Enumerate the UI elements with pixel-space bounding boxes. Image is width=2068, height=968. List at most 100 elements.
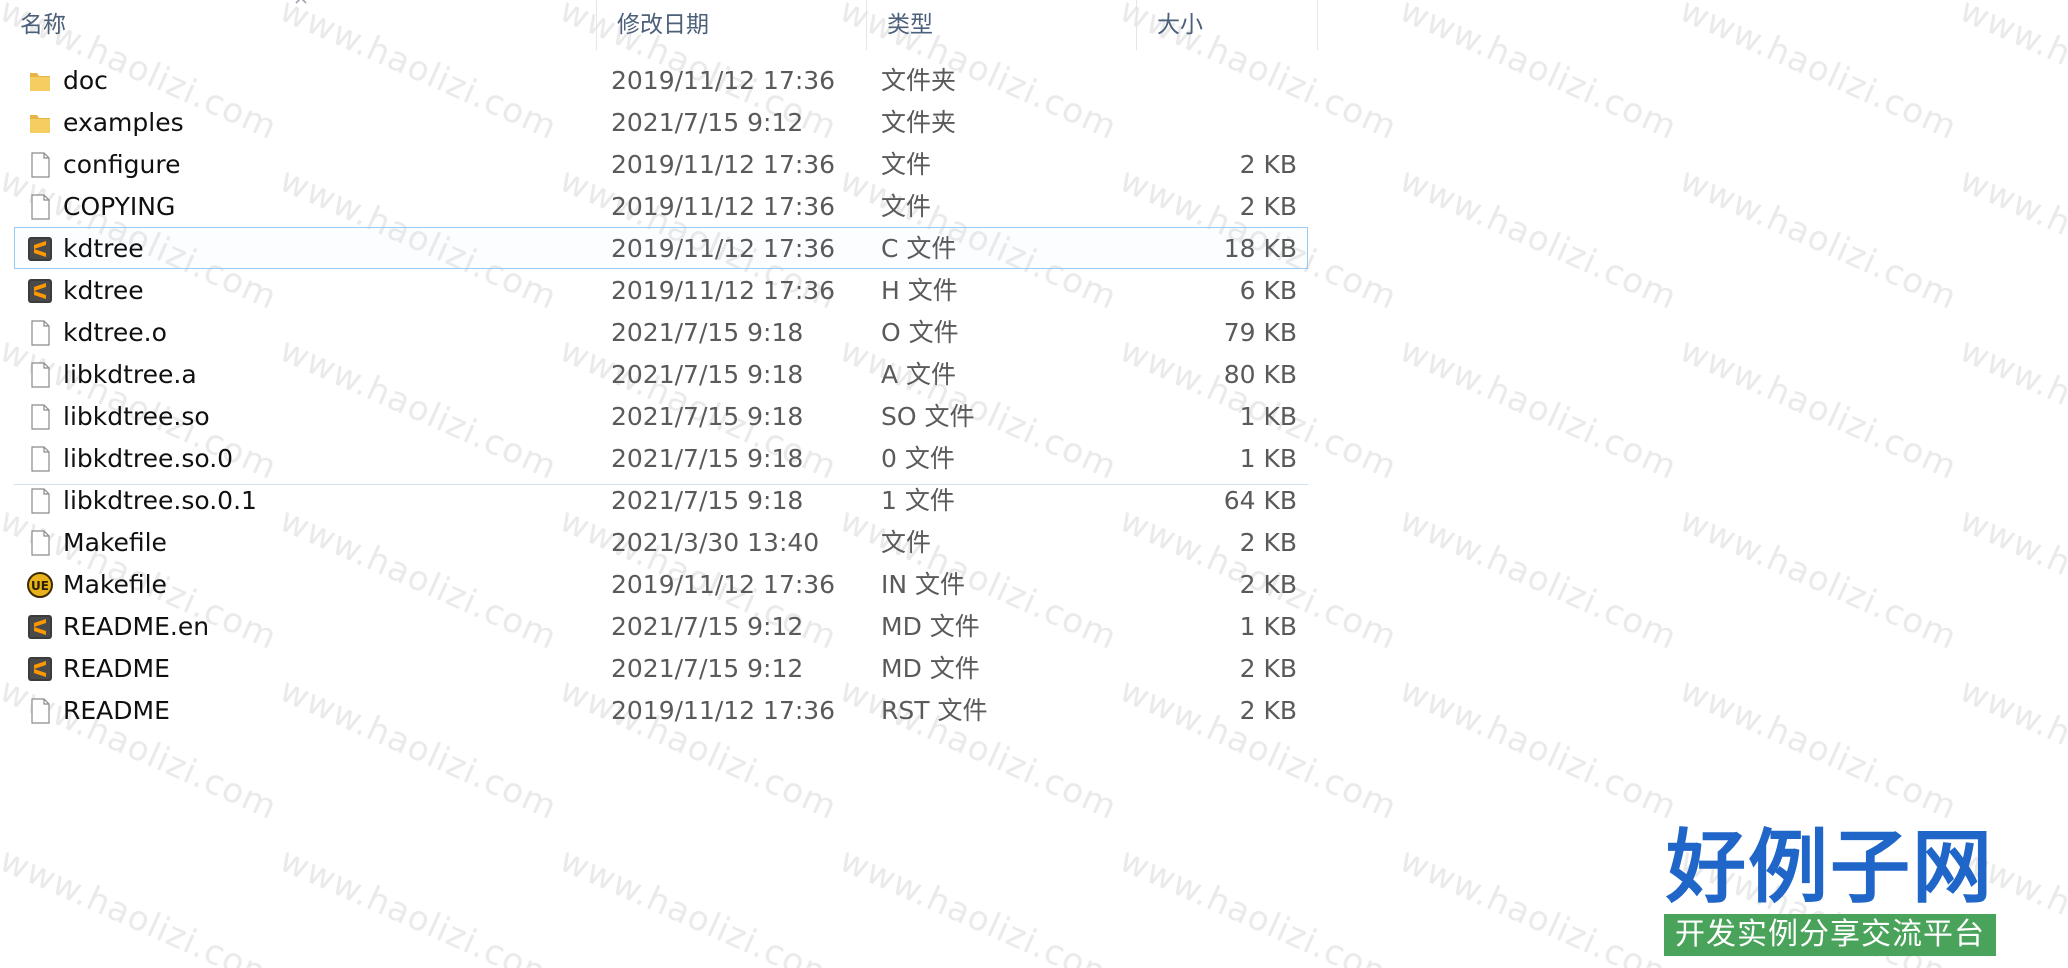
file-date: 2021/7/15 9:18 — [611, 402, 804, 431]
watermark-text: www.haolizi.com — [1393, 0, 1684, 149]
watermark-text: www.haolizi.com — [1393, 500, 1684, 659]
watermark-text: www.haolizi.com — [1393, 330, 1684, 489]
file-size: 2 KB — [1239, 528, 1297, 557]
file-row[interactable]: README.en 2021/7/15 9:12 MD 文件 1 KB — [14, 605, 1308, 647]
file-size: 79 KB — [1223, 318, 1297, 347]
column-header-size[interactable]: 大小 — [1136, 0, 1318, 50]
file-name: README — [63, 696, 170, 725]
file-row[interactable]: libkdtree.a 2021/7/15 9:18 A 文件 80 KB — [14, 353, 1308, 395]
file-row[interactable]: kdtree.o 2021/7/15 9:18 O 文件 79 KB — [14, 311, 1308, 353]
file-date: 2019/11/12 17:36 — [611, 276, 836, 305]
watermark-text: www.haolizi.com — [1393, 840, 1684, 968]
file-row[interactable]: UE Makefile 2019/11/12 17:36 IN 文件 2 KB — [14, 563, 1308, 605]
file-row[interactable]: libkdtree.so 2021/7/15 9:18 SO 文件 1 KB — [14, 395, 1308, 437]
file-type: SO 文件 — [881, 402, 975, 431]
file-name: Makefile — [63, 570, 167, 599]
file-name: Makefile — [63, 528, 167, 557]
file-type: C 文件 — [881, 234, 957, 263]
sublime-text-icon — [25, 234, 55, 264]
file-name: kdtree — [63, 234, 144, 263]
file-size: 2 KB — [1239, 150, 1297, 179]
file-row[interactable]: Makefile 2021/3/30 13:40 文件 2 KB — [14, 521, 1308, 563]
file-date: 2019/11/12 17:36 — [611, 150, 836, 179]
watermark-text: www.haolizi.com — [1393, 160, 1684, 319]
file-type: 文件 — [881, 192, 932, 221]
column-header-bar: 名称 修改日期 类型 大小 — [0, 0, 1318, 50]
file-icon — [25, 150, 55, 180]
file-date: 2021/7/15 9:12 — [611, 654, 804, 683]
sublime-text-icon — [25, 276, 55, 306]
file-name: doc — [63, 66, 108, 95]
file-row[interactable]: README 2019/11/12 17:36 RST 文件 2 KB — [14, 689, 1308, 731]
ultraedit-icon: UE — [25, 570, 55, 600]
file-row[interactable]: kdtree 2019/11/12 17:36 H 文件 6 KB — [14, 269, 1308, 311]
file-row[interactable]: libkdtree.so.0 2021/7/15 9:18 0 文件 1 KB — [14, 437, 1308, 479]
folder-icon — [25, 66, 55, 96]
watermark-text: www.haolizi.com — [1953, 330, 2068, 489]
file-row[interactable]: COPYING 2019/11/12 17:36 文件 2 KB — [14, 185, 1308, 227]
file-size: 1 KB — [1239, 612, 1297, 641]
file-row[interactable]: kdtree 2019/11/12 17:36 C 文件 18 KB — [14, 227, 1308, 269]
file-type: 0 文件 — [881, 444, 955, 473]
logo-subtitle: 开发实例分享交流平台 — [1664, 914, 1996, 956]
column-header-name[interactable]: 名称 — [0, 0, 596, 50]
file-name: COPYING — [63, 192, 176, 221]
file-type: RST 文件 — [881, 696, 988, 725]
file-date: 2019/11/12 17:36 — [611, 192, 836, 221]
file-name: kdtree — [63, 276, 144, 305]
folder-icon — [25, 108, 55, 138]
column-header-type[interactable]: 类型 — [866, 0, 1136, 50]
file-date: 2021/7/15 9:12 — [611, 612, 804, 641]
file-size: 6 KB — [1239, 276, 1297, 305]
file-type: IN 文件 — [881, 570, 966, 599]
file-size: 80 KB — [1223, 360, 1297, 389]
column-header-size-label: 大小 — [1157, 12, 1203, 38]
file-size: 1 KB — [1239, 402, 1297, 431]
watermark-text: www.haolizi.com — [553, 840, 844, 968]
watermark-text: www.haolizi.com — [273, 840, 564, 968]
watermark-text: www.haolizi.com — [1393, 670, 1684, 829]
file-date: 2019/11/12 17:36 — [611, 570, 836, 599]
file-date: 2019/11/12 17:36 — [611, 696, 836, 725]
file-name: libkdtree.so.0.1 — [63, 486, 257, 515]
file-name: configure — [63, 150, 181, 179]
file-type: MD 文件 — [881, 654, 980, 683]
file-date: 2019/11/12 17:36 — [611, 66, 836, 95]
file-row[interactable]: libkdtree.so.0.1 2021/7/15 9:18 1 文件 64 KB — [14, 479, 1308, 521]
watermark-text: www.haolizi.com — [833, 840, 1124, 968]
watermark-text: www.haolizi.com — [1113, 840, 1404, 968]
watermark-text: www.haolizi.com — [1673, 160, 1964, 319]
file-row[interactable]: examples 2021/7/15 9:12 文件夹 — [14, 101, 1308, 143]
file-type: 文件夹 — [881, 66, 957, 95]
file-name: kdtree.o — [63, 318, 167, 347]
watermark-text: www.haolizi.com — [1953, 500, 2068, 659]
watermark-text: www.haolizi.com — [0, 840, 284, 968]
file-size: 2 KB — [1239, 570, 1297, 599]
column-header-name-label: 名称 — [20, 12, 66, 38]
file-icon — [25, 360, 55, 390]
watermark-text: www.haolizi.com — [1673, 500, 1964, 659]
file-row[interactable]: README 2021/7/15 9:12 MD 文件 2 KB — [14, 647, 1308, 689]
file-icon — [25, 486, 55, 516]
sublime-text-icon — [25, 612, 55, 642]
column-header-date-label: 修改日期 — [617, 12, 709, 38]
file-icon — [25, 318, 55, 348]
file-row[interactable]: doc 2019/11/12 17:36 文件夹 — [14, 59, 1308, 101]
file-icon — [25, 402, 55, 432]
file-name: examples — [63, 108, 184, 137]
watermark-text: www.haolizi.com — [1673, 330, 1964, 489]
file-type: 1 文件 — [881, 486, 955, 515]
sublime-text-icon — [25, 654, 55, 684]
file-type: A 文件 — [881, 360, 957, 389]
file-icon — [25, 528, 55, 558]
file-date: 2021/7/15 9:18 — [611, 318, 804, 347]
file-row[interactable]: configure 2019/11/12 17:36 文件 2 KB — [14, 143, 1308, 185]
column-header-date[interactable]: 修改日期 — [596, 0, 866, 50]
file-name: libkdtree.so — [63, 402, 210, 431]
file-date: 2019/11/12 17:36 — [611, 234, 836, 263]
watermark-text: www.haolizi.com — [1953, 670, 2068, 829]
watermark-text: www.haolizi.com — [1673, 0, 1964, 149]
file-size: 2 KB — [1239, 696, 1297, 725]
file-size: 2 KB — [1239, 192, 1297, 221]
file-size: 18 KB — [1223, 234, 1297, 263]
